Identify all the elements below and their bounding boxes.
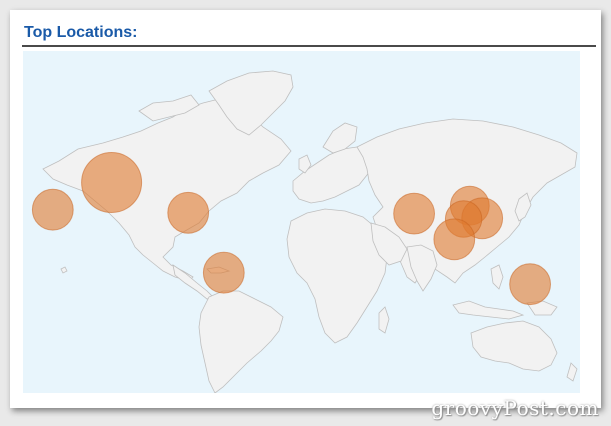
world-map[interactable]: [23, 51, 580, 393]
madagascar: [378, 306, 390, 334]
widget-title: Top Locations:: [24, 24, 138, 41]
location-marker-australia-east[interactable]: [509, 263, 552, 306]
location-marker-indonesia[interactable]: [433, 218, 476, 261]
new-zealand: [566, 362, 578, 382]
south-america: [198, 290, 284, 393]
title-divider: [22, 45, 596, 47]
location-marker-hawaii[interactable]: [31, 188, 74, 231]
location-marker-california[interactable]: [81, 152, 143, 213]
philippines-islands: [490, 264, 504, 290]
australia: [470, 320, 558, 372]
indian-subcontinent: [406, 244, 438, 292]
world-map-svg: [31, 70, 578, 393]
location-marker-brazil[interactable]: [202, 251, 245, 294]
location-marker-india[interactable]: [393, 192, 436, 235]
location-marker-caribbean[interactable]: [167, 191, 210, 234]
hawaii-islands: [60, 266, 68, 274]
watermark: groovyPost.com: [431, 396, 599, 420]
indonesia-islands: [452, 300, 525, 320]
top-locations-card: Top Locations:: [10, 10, 601, 408]
